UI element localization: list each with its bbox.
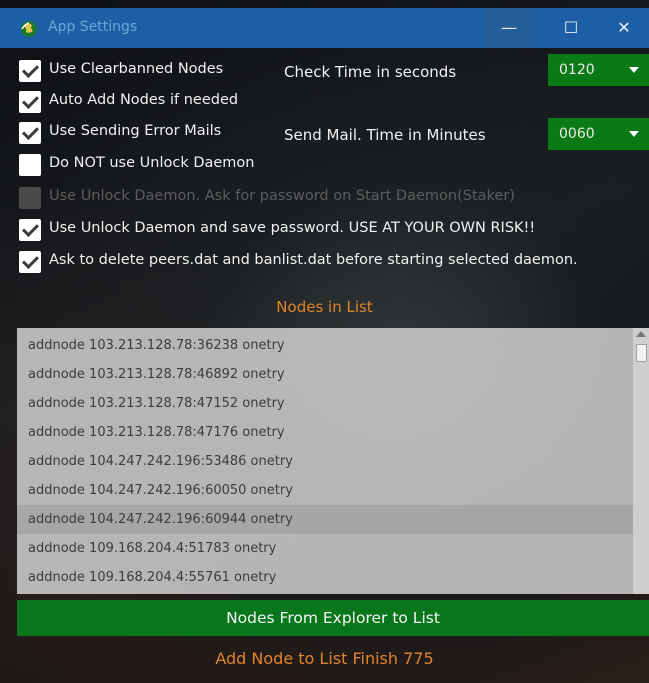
send-mail-label: Send Mail. Time in Minutes xyxy=(284,126,486,144)
list-item[interactable]: addnode 109.168.204.4:55761 onetry xyxy=(17,563,633,592)
check-time-value: 0120 xyxy=(559,62,595,78)
maximize-button[interactable]: ☐ xyxy=(545,8,597,48)
scroll-thumb[interactable] xyxy=(636,344,647,362)
nodes-list[interactable]: addnode 103.213.128.78:36238 onetry addn… xyxy=(17,328,649,594)
unlock-ask-password-checkbox xyxy=(19,187,41,209)
list-item-selected[interactable]: addnode 104.247.242.196:60944 onetry xyxy=(17,505,633,534)
chevron-down-icon xyxy=(629,131,639,137)
status-text: Add Node to List Finish 775 xyxy=(215,649,434,668)
unlock-save-password-checkbox[interactable] xyxy=(19,219,41,241)
send-mail-value: 0060 xyxy=(559,126,595,142)
delete-peers-checkbox[interactable] xyxy=(19,251,41,273)
unlock-ask-password-label: Use Unlock Daemon. Ask for password on S… xyxy=(49,188,515,204)
list-item[interactable]: addnode 104.247.242.196:53486 onetry xyxy=(17,447,633,476)
app-globe-icon xyxy=(20,20,38,38)
list-item[interactable]: addnode 103.213.128.78:46892 onetry xyxy=(17,360,633,389)
send-mail-dropdown[interactable]: 0060 xyxy=(548,118,649,150)
list-item[interactable]: addnode 109.168.204.4:51783 onetry xyxy=(17,534,633,563)
list-scrollbar[interactable] xyxy=(633,328,649,594)
delete-peers-label: Ask to delete peers.dat and banlist.dat … xyxy=(49,252,578,268)
check-time-label: Check Time in seconds xyxy=(284,63,457,81)
do-not-use-unlock-checkbox[interactable] xyxy=(19,154,41,176)
do-not-use-unlock-label: Do NOT use Unlock Daemon xyxy=(49,155,255,171)
use-clearbanned-label: Use Clearbanned Nodes xyxy=(49,61,224,77)
nodes-section-title: Nodes in List xyxy=(276,298,373,316)
use-error-mails-label: Use Sending Error Mails xyxy=(49,123,222,139)
nodes-from-explorer-button[interactable]: Nodes From Explorer to List xyxy=(17,600,649,636)
window-title: App Settings xyxy=(48,19,138,35)
check-time-dropdown[interactable]: 0120 xyxy=(548,54,649,86)
chevron-down-icon xyxy=(629,67,639,73)
auto-add-nodes-label: Auto Add Nodes if needed xyxy=(49,92,239,108)
app-settings-window: App Settings — ☐ ✕ Use Clearbanned Nodes… xyxy=(0,0,649,683)
title-bar: App Settings — ☐ ✕ xyxy=(0,8,649,48)
unlock-save-password-label: Use Unlock Daemon and save password. USE… xyxy=(49,220,536,236)
close-button[interactable]: ✕ xyxy=(599,8,649,48)
list-item[interactable]: addnode 104.247.242.196:60050 onetry xyxy=(17,476,633,505)
minimize-button[interactable]: — xyxy=(483,8,535,48)
use-error-mails-checkbox[interactable] xyxy=(19,122,41,144)
use-clearbanned-checkbox[interactable] xyxy=(19,60,41,82)
auto-add-nodes-checkbox[interactable] xyxy=(19,91,41,113)
list-item[interactable]: addnode 103.213.128.78:36238 onetry xyxy=(17,331,633,360)
list-item[interactable]: addnode 103.213.128.78:47176 onetry xyxy=(17,418,633,447)
list-item[interactable]: addnode 103.213.128.78:47152 onetry xyxy=(17,389,633,418)
scroll-up-icon[interactable] xyxy=(636,331,646,337)
